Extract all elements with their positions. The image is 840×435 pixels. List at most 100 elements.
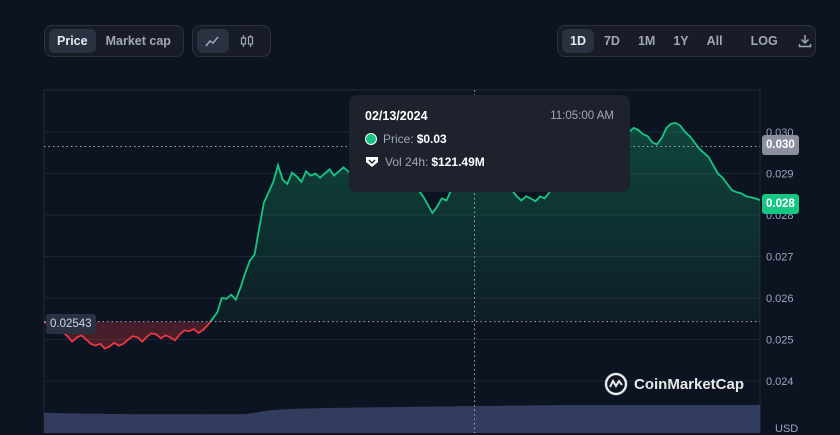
volume-bar [365, 407, 371, 433]
volume-bar [157, 414, 163, 433]
volume-bar [252, 412, 258, 433]
volume-bar [510, 405, 516, 433]
volume-bar [687, 405, 693, 433]
volume-bar [402, 406, 407, 433]
volume-bar [583, 405, 589, 433]
volume-bar [624, 405, 629, 433]
volume-bar [556, 405, 561, 433]
volume-bar [719, 405, 725, 433]
volume-bar [53, 413, 58, 433]
volume-bar [406, 406, 412, 433]
volume-bar [714, 405, 720, 433]
volume-bar [62, 413, 67, 433]
y-tick-label: 0.029 [766, 169, 794, 181]
volume-bar [66, 413, 72, 433]
volume-bar [737, 405, 743, 433]
volume-bar [134, 414, 140, 433]
volume-bar [755, 405, 761, 433]
volume-bar [98, 413, 104, 433]
volume-bar [198, 414, 203, 433]
volume-bar [596, 405, 602, 433]
volume-bar [411, 406, 416, 433]
volume-bar [243, 413, 249, 433]
volume-bar [334, 407, 339, 433]
volume-bar [642, 405, 648, 433]
volume-bar [175, 414, 181, 433]
volume-bar [152, 414, 158, 433]
price-dot-icon [365, 133, 377, 145]
volume-bar [247, 413, 253, 433]
volume-bar [161, 414, 167, 433]
volume-bar [488, 405, 493, 433]
volume-bar [515, 405, 521, 433]
price-chart[interactable]: 0.024 0.025 0.026 0.027 0.028 0.029 0.030 [0, 0, 840, 433]
volume-bar [261, 411, 267, 433]
volume-bar [80, 413, 86, 433]
volume-bar [605, 405, 611, 433]
volume-bar [311, 408, 317, 433]
volume-bar [193, 414, 199, 433]
volume-bar [356, 407, 362, 433]
volume-bar [320, 408, 326, 433]
volume-bar [71, 413, 77, 433]
volume-bar [84, 413, 90, 433]
volume-bar [746, 405, 752, 433]
volume-bar [465, 406, 471, 433]
volume-bar [438, 406, 444, 433]
volume-bar [506, 405, 512, 433]
volume-bar [216, 414, 222, 433]
volume-bar [497, 405, 502, 433]
watermark-text: CoinMarketCap [634, 375, 745, 393]
volume-bar [329, 408, 335, 433]
volume-bar [102, 413, 108, 433]
volume-bar [628, 405, 634, 433]
volume-bar [682, 405, 688, 433]
volume-bar [565, 405, 570, 433]
volume-bar [619, 405, 625, 433]
volume-bar [633, 405, 638, 433]
volume-bar [750, 405, 756, 433]
volume-bar [202, 414, 208, 433]
volume-bar [637, 405, 643, 433]
volume-bar [614, 405, 620, 433]
volume-bar [306, 408, 312, 433]
volume-bar [456, 406, 462, 433]
volume-bar [238, 414, 244, 433]
volume-shield-icon [366, 157, 378, 167]
volume-bar [492, 405, 498, 433]
volume-bar [184, 414, 190, 433]
volume-bar [279, 409, 285, 433]
volume-bar [741, 405, 747, 433]
volume-bar [524, 405, 530, 433]
volume-bar [352, 407, 357, 433]
volume-bar [139, 414, 144, 433]
volume-bar [338, 407, 344, 433]
tooltip-price-value: $0.03 [416, 132, 447, 146]
volume-bar [207, 414, 212, 433]
volume-bar [297, 408, 303, 433]
volume-bar [93, 413, 99, 433]
volume-bar [424, 406, 430, 433]
hover-price-tag: 0.030 [762, 135, 799, 155]
volume-bar [347, 407, 353, 433]
volume-bar [189, 414, 194, 433]
volume-bar [601, 405, 607, 433]
volume-bar [256, 412, 262, 433]
tooltip-vol-value: $121.49M [431, 155, 485, 169]
volume-bar [57, 413, 63, 433]
volume-bar [225, 414, 231, 433]
volume-bar [374, 407, 380, 433]
tooltip-price-label: Price: [383, 132, 414, 146]
volume-bar [705, 405, 711, 433]
volume-bar [111, 413, 117, 433]
volume-bar [533, 405, 539, 433]
volume-bar [288, 408, 294, 433]
volume-bar [266, 410, 271, 433]
volume-bar [692, 405, 697, 433]
volume-bar [433, 406, 439, 433]
volume-bar [361, 407, 367, 433]
y-tick-label: 0.027 [766, 252, 794, 264]
volume-bar [451, 406, 457, 433]
volume-bar [125, 414, 131, 433]
volume-bar [116, 413, 122, 433]
